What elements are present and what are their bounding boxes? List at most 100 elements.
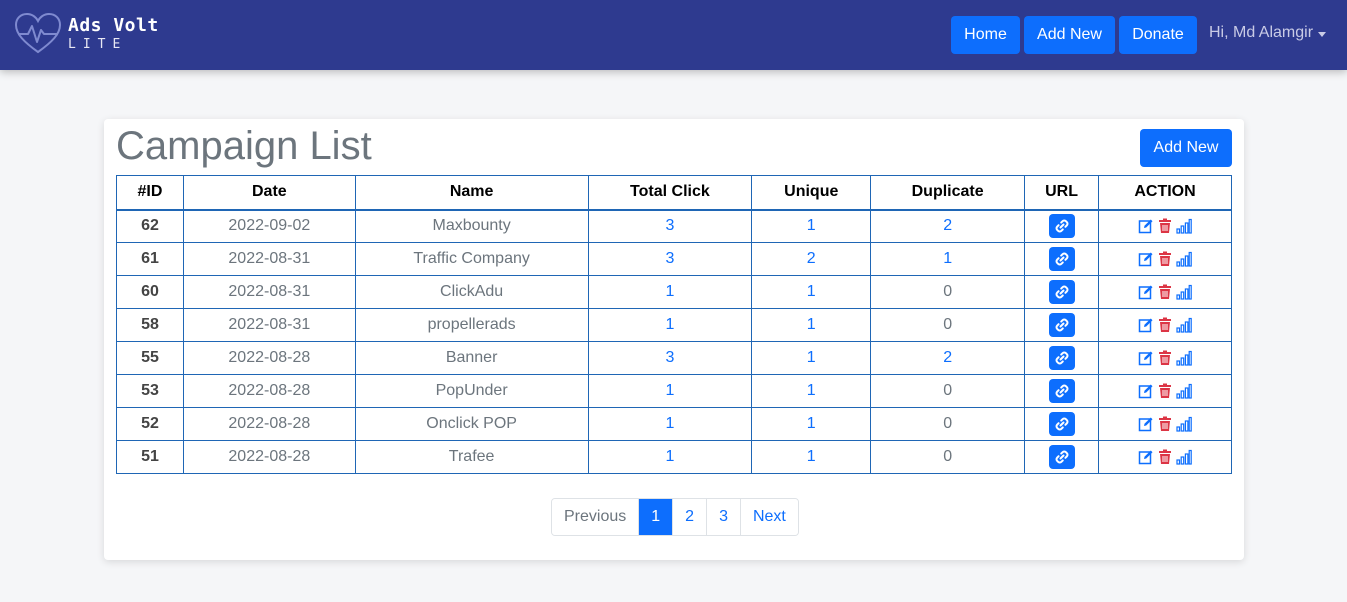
- cell-url: [1024, 374, 1100, 408]
- previous-page-button[interactable]: Previous: [552, 499, 639, 535]
- cell-name: Trafee: [354, 440, 589, 474]
- user-menu-dropdown[interactable]: Hi, Md Alamgir: [1209, 24, 1327, 42]
- cell-url: [1024, 440, 1100, 474]
- link-icon: [1054, 317, 1070, 333]
- cell-id: 60: [116, 275, 184, 309]
- column-header-date: Date: [182, 175, 356, 211]
- cell-id: 55: [116, 341, 184, 375]
- copy-url-button[interactable]: [1048, 445, 1075, 469]
- app-edition: LITE: [68, 37, 128, 52]
- stats-icon[interactable]: [1176, 383, 1192, 399]
- delete-icon[interactable]: [1158, 251, 1172, 267]
- copy-url-button[interactable]: [1048, 280, 1075, 304]
- cell-id: 51: [116, 440, 184, 474]
- cell-total-click[interactable]: 1: [587, 440, 753, 474]
- cell-total-click[interactable]: 1: [587, 275, 753, 309]
- cell-total-click[interactable]: 1: [587, 308, 753, 342]
- cell-unique[interactable]: 1: [751, 341, 872, 375]
- link-icon: [1054, 251, 1070, 267]
- cell-unique[interactable]: 1: [751, 308, 872, 342]
- stats-icon[interactable]: [1176, 284, 1192, 300]
- edit-icon[interactable]: [1138, 218, 1154, 234]
- stats-icon[interactable]: [1176, 416, 1192, 432]
- table-header-row: #ID Date Name Total Click Unique Duplica…: [116, 175, 1232, 211]
- page-1-button[interactable]: 1: [638, 499, 673, 535]
- add-new-campaign-button[interactable]: Add New: [1140, 129, 1232, 167]
- cell-name: PopUnder: [354, 374, 589, 408]
- cell-date: 2022-08-28: [182, 341, 356, 375]
- cell-id: 61: [116, 242, 184, 276]
- cell-total-click[interactable]: 3: [587, 242, 753, 276]
- copy-url-button[interactable]: [1048, 346, 1075, 370]
- cell-unique[interactable]: 1: [751, 440, 872, 474]
- cell-total-click[interactable]: 1: [587, 407, 753, 441]
- delete-icon[interactable]: [1158, 284, 1172, 300]
- cell-total-click[interactable]: 3: [587, 341, 753, 375]
- cell-actions: [1098, 275, 1232, 309]
- user-greeting: Hi, Md Alamgir: [1209, 24, 1314, 41]
- edit-icon[interactable]: [1138, 251, 1154, 267]
- edit-icon[interactable]: [1138, 449, 1154, 465]
- edit-icon[interactable]: [1138, 416, 1154, 432]
- caret-down-icon: [1318, 31, 1327, 37]
- copy-url-button[interactable]: [1048, 412, 1075, 436]
- cell-url: [1024, 407, 1100, 441]
- delete-icon[interactable]: [1158, 449, 1172, 465]
- cell-name: Maxbounty: [354, 209, 589, 243]
- stats-icon[interactable]: [1176, 350, 1192, 366]
- stats-icon[interactable]: [1176, 449, 1192, 465]
- stats-icon[interactable]: [1176, 251, 1192, 267]
- next-page-button[interactable]: Next: [739, 499, 798, 535]
- cell-date: 2022-08-31: [182, 308, 356, 342]
- delete-icon[interactable]: [1158, 350, 1172, 366]
- donate-button[interactable]: Donate: [1119, 16, 1197, 54]
- link-icon: [1054, 284, 1070, 300]
- copy-url-button[interactable]: [1048, 247, 1075, 271]
- add-new-nav-button[interactable]: Add New: [1024, 16, 1115, 54]
- edit-icon[interactable]: [1138, 284, 1154, 300]
- cell-duplicate[interactable]: 2: [870, 341, 1026, 375]
- edit-icon[interactable]: [1138, 383, 1154, 399]
- cell-duplicate[interactable]: 1: [870, 242, 1026, 276]
- cell-unique[interactable]: 1: [751, 374, 872, 408]
- cell-date: 2022-09-02: [182, 209, 356, 243]
- cell-unique[interactable]: 1: [751, 407, 872, 441]
- table-row: 58 2022-08-31 propellerads 1 1 0: [116, 308, 1232, 342]
- cell-actions: [1098, 440, 1232, 474]
- column-header-duplicate: Duplicate: [870, 175, 1026, 211]
- edit-icon[interactable]: [1138, 350, 1154, 366]
- table-row: 52 2022-08-28 Onclick POP 1 1 0: [116, 407, 1232, 441]
- stats-icon[interactable]: [1176, 218, 1192, 234]
- cell-duplicate: 0: [870, 407, 1026, 441]
- cell-unique[interactable]: 1: [751, 209, 872, 243]
- copy-url-button[interactable]: [1048, 313, 1075, 337]
- cell-date: 2022-08-28: [182, 407, 356, 441]
- cell-duplicate[interactable]: 2: [870, 209, 1026, 243]
- stats-icon[interactable]: [1176, 317, 1192, 333]
- link-icon: [1054, 218, 1070, 234]
- column-header-action: ACTION: [1098, 175, 1232, 211]
- cell-total-click[interactable]: 1: [587, 374, 753, 408]
- cell-name: Banner: [354, 341, 589, 375]
- column-header-url: URL: [1024, 175, 1100, 211]
- home-button[interactable]: Home: [951, 16, 1020, 54]
- delete-icon[interactable]: [1158, 383, 1172, 399]
- cell-unique[interactable]: 2: [751, 242, 872, 276]
- cell-url: [1024, 275, 1100, 309]
- cell-total-click[interactable]: 3: [587, 209, 753, 243]
- link-icon: [1054, 449, 1070, 465]
- page-3-button[interactable]: 3: [706, 499, 740, 535]
- cell-id: 53: [116, 374, 184, 408]
- delete-icon[interactable]: [1158, 317, 1172, 333]
- edit-icon[interactable]: [1138, 317, 1154, 333]
- top-navbar: Ads Volt LITE Home Add New Donate Hi, Md…: [0, 0, 1347, 70]
- page-title: Campaign List: [116, 124, 372, 168]
- copy-url-button[interactable]: [1048, 379, 1075, 403]
- cell-date: 2022-08-31: [182, 275, 356, 309]
- cell-unique[interactable]: 1: [751, 275, 872, 309]
- page-2-button[interactable]: 2: [672, 499, 707, 535]
- copy-url-button[interactable]: [1048, 214, 1075, 239]
- delete-icon[interactable]: [1158, 218, 1172, 234]
- brand[interactable]: Ads Volt LITE: [14, 12, 159, 56]
- delete-icon[interactable]: [1158, 416, 1172, 432]
